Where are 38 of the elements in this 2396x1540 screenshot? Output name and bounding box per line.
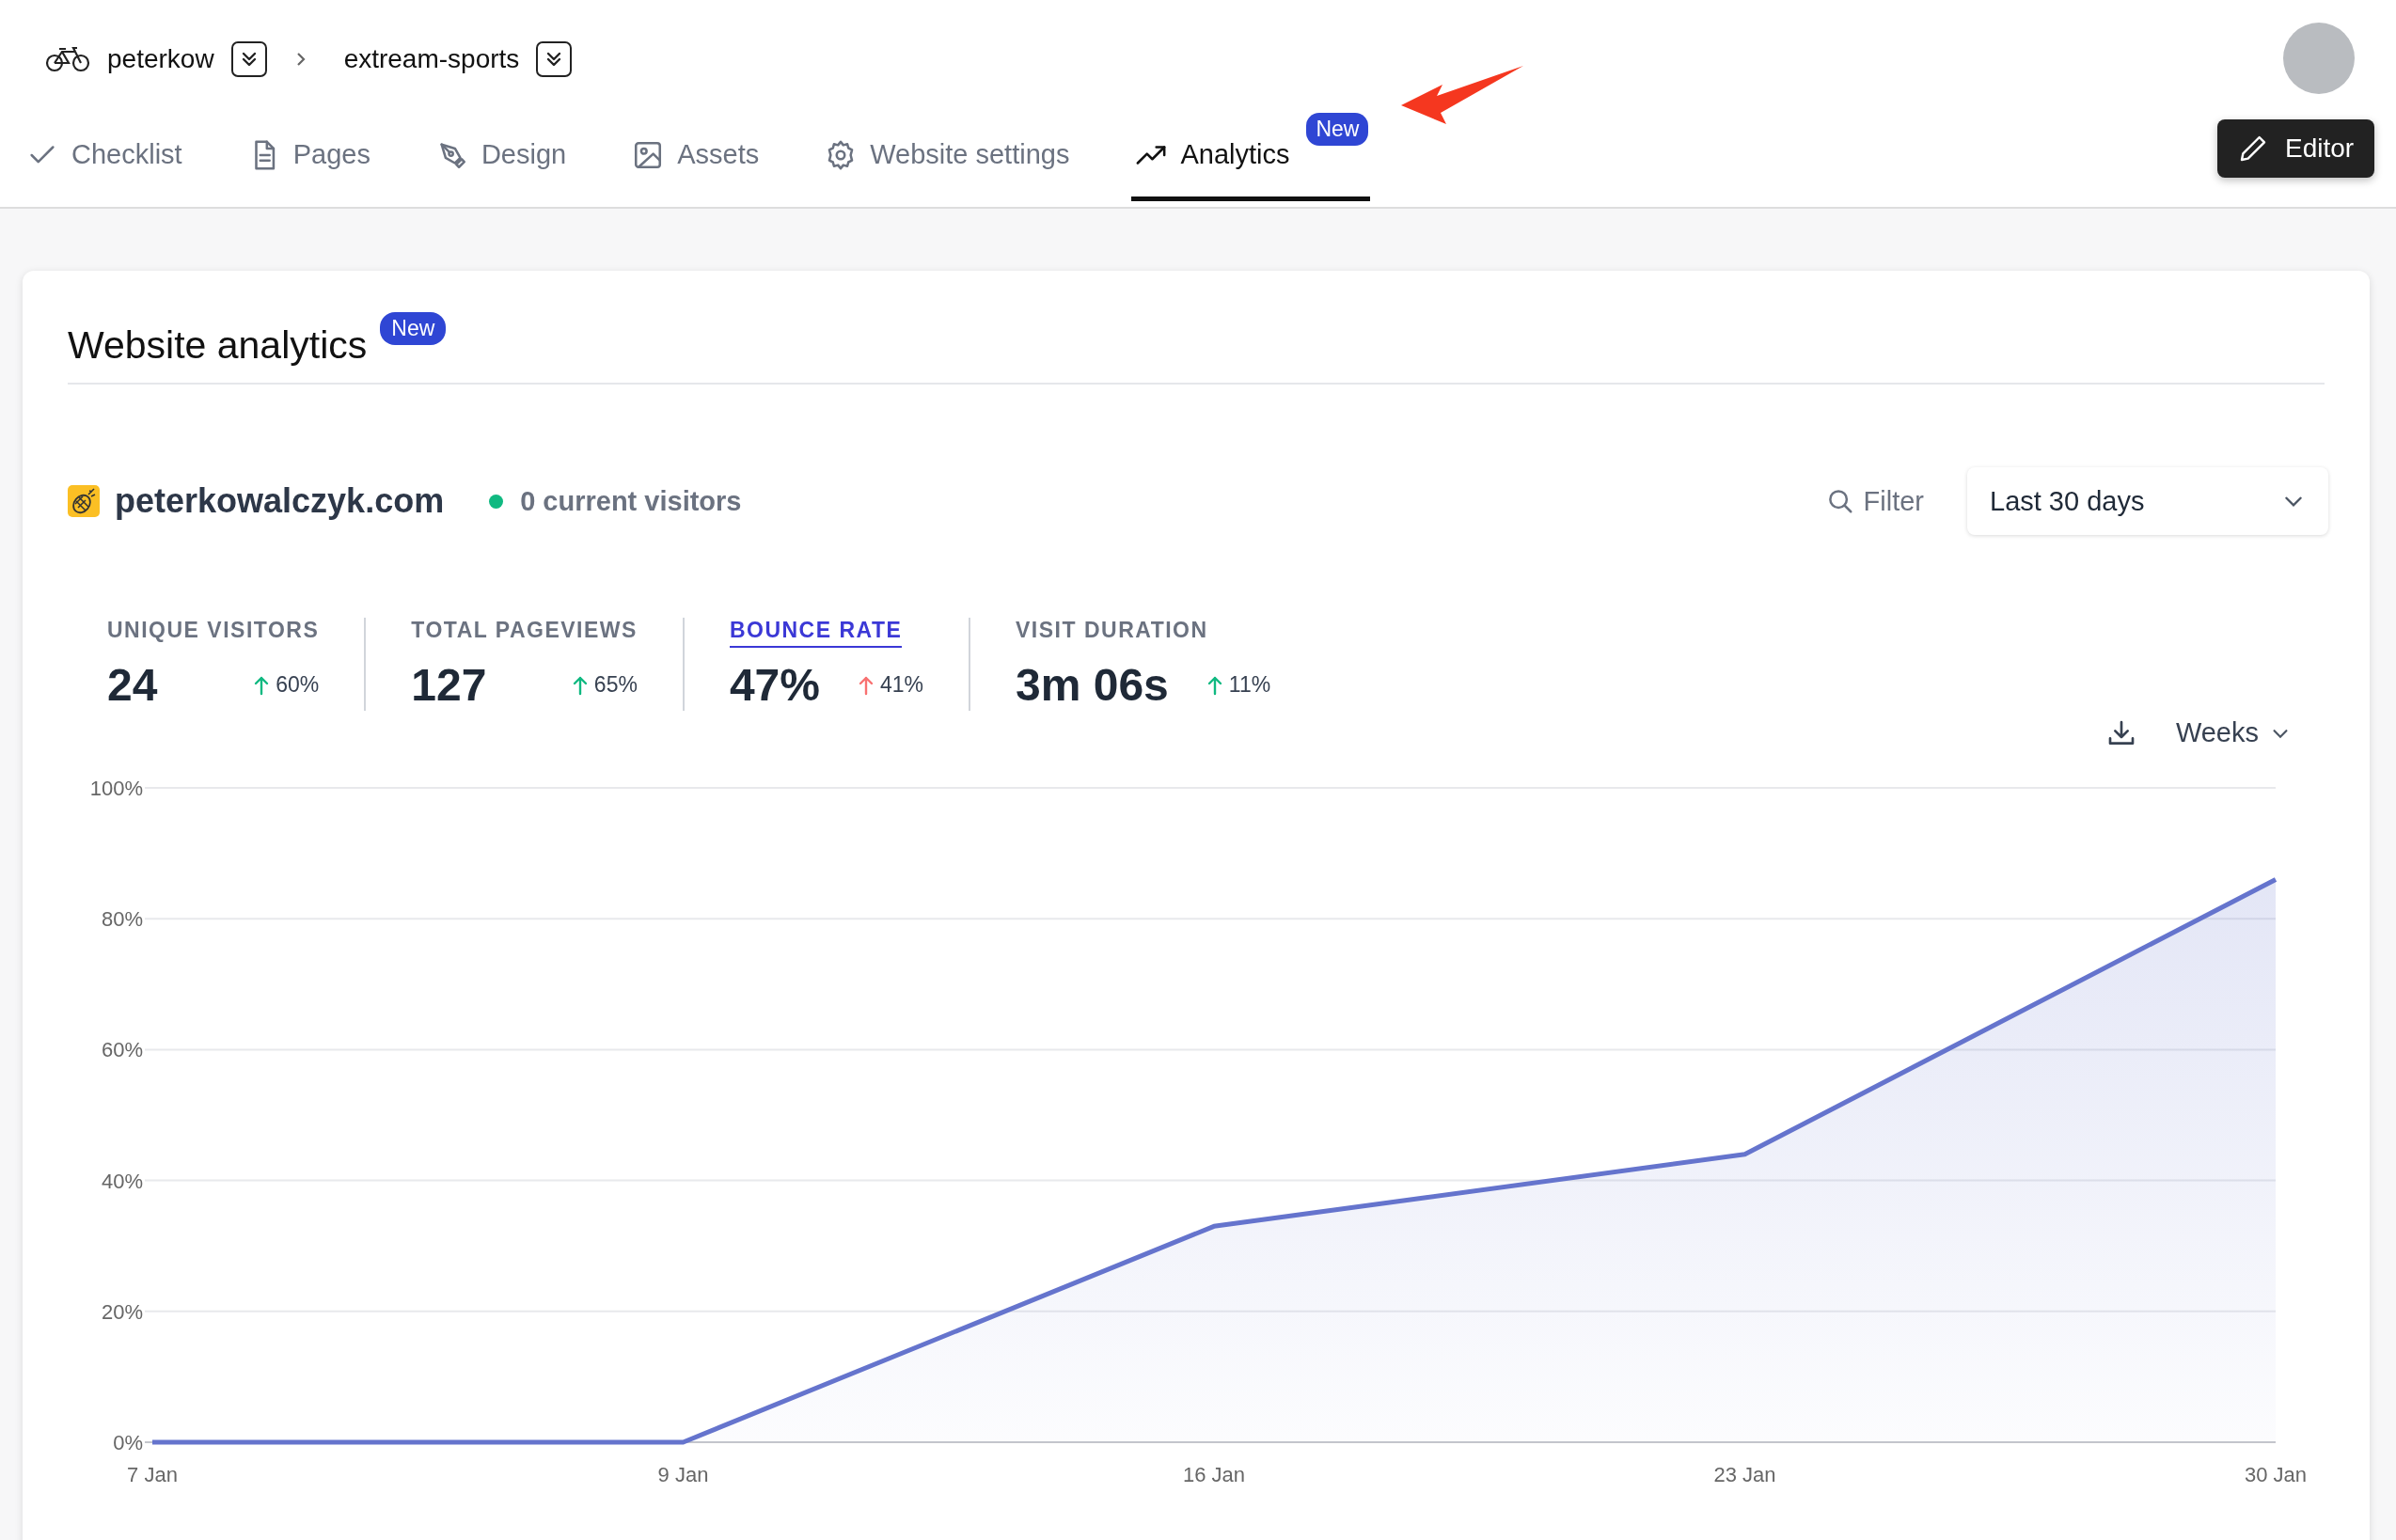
x-axis-label: 16 Jan: [1182, 1463, 1246, 1486]
site-name: peterkowalczyk.com: [115, 481, 445, 521]
switcher-button[interactable]: [230, 41, 267, 77]
stat-tile[interactable]: VISIT DURATION 3m 06s 11%: [969, 618, 1316, 711]
y-axis-label: 100%: [89, 777, 143, 800]
stat-tile[interactable]: TOTAL PAGEVIEWS 127 65%: [364, 618, 683, 711]
interval-dropdown[interactable]: Weeks: [2169, 716, 2296, 749]
nav-tab[interactable]: Pages: [244, 113, 374, 201]
y-axis-label: 20%: [101, 1299, 143, 1324]
y-axis-label: 80%: [101, 907, 143, 932]
nav-tab[interactable]: Website settings: [821, 113, 1074, 201]
date-range-dropdown[interactable]: Last 30 days: [1967, 467, 2328, 535]
pineapple-icon: [68, 485, 100, 517]
switcher-button[interactable]: [536, 41, 573, 77]
new-badge: New: [1306, 113, 1369, 146]
stat-tile[interactable]: BOUNCE RATE 47% 41%: [682, 618, 969, 711]
x-axis-label: 30 Jan: [2244, 1463, 2308, 1486]
new-badge: New: [380, 312, 447, 345]
editor-button[interactable]: Editor: [2217, 119, 2375, 178]
filter-button[interactable]: Filter: [1820, 484, 1930, 518]
stat-tile[interactable]: UNIQUE VISITORS 24 60%: [68, 618, 365, 711]
y-axis-label: 0%: [113, 1431, 143, 1454]
breadcrumb-link[interactable]: extream-sports: [343, 44, 520, 74]
live-status-dot: [489, 494, 504, 509]
y-axis-label: 40%: [101, 1169, 143, 1193]
y-axis-label: 60%: [101, 1038, 143, 1062]
x-axis-label: 9 Jan: [657, 1463, 709, 1486]
bicycle-icon: [45, 45, 90, 73]
pencil-icon: [2238, 134, 2268, 164]
breadcrumb-link[interactable]: peterkow: [107, 44, 214, 74]
x-axis-label: 7 Jan: [127, 1463, 178, 1486]
nav-tab[interactable]: Assets: [628, 113, 764, 201]
nav-tab[interactable]: Analytics New: [1131, 113, 1371, 201]
panel-title: Website analytics: [68, 323, 368, 368]
nav-tab[interactable]: Design: [432, 113, 571, 201]
nav-tab[interactable]: Checklist: [23, 113, 186, 201]
x-axis-label: 23 Jan: [1713, 1463, 1776, 1486]
current-visitors-text: 0 current visitors: [520, 485, 742, 517]
